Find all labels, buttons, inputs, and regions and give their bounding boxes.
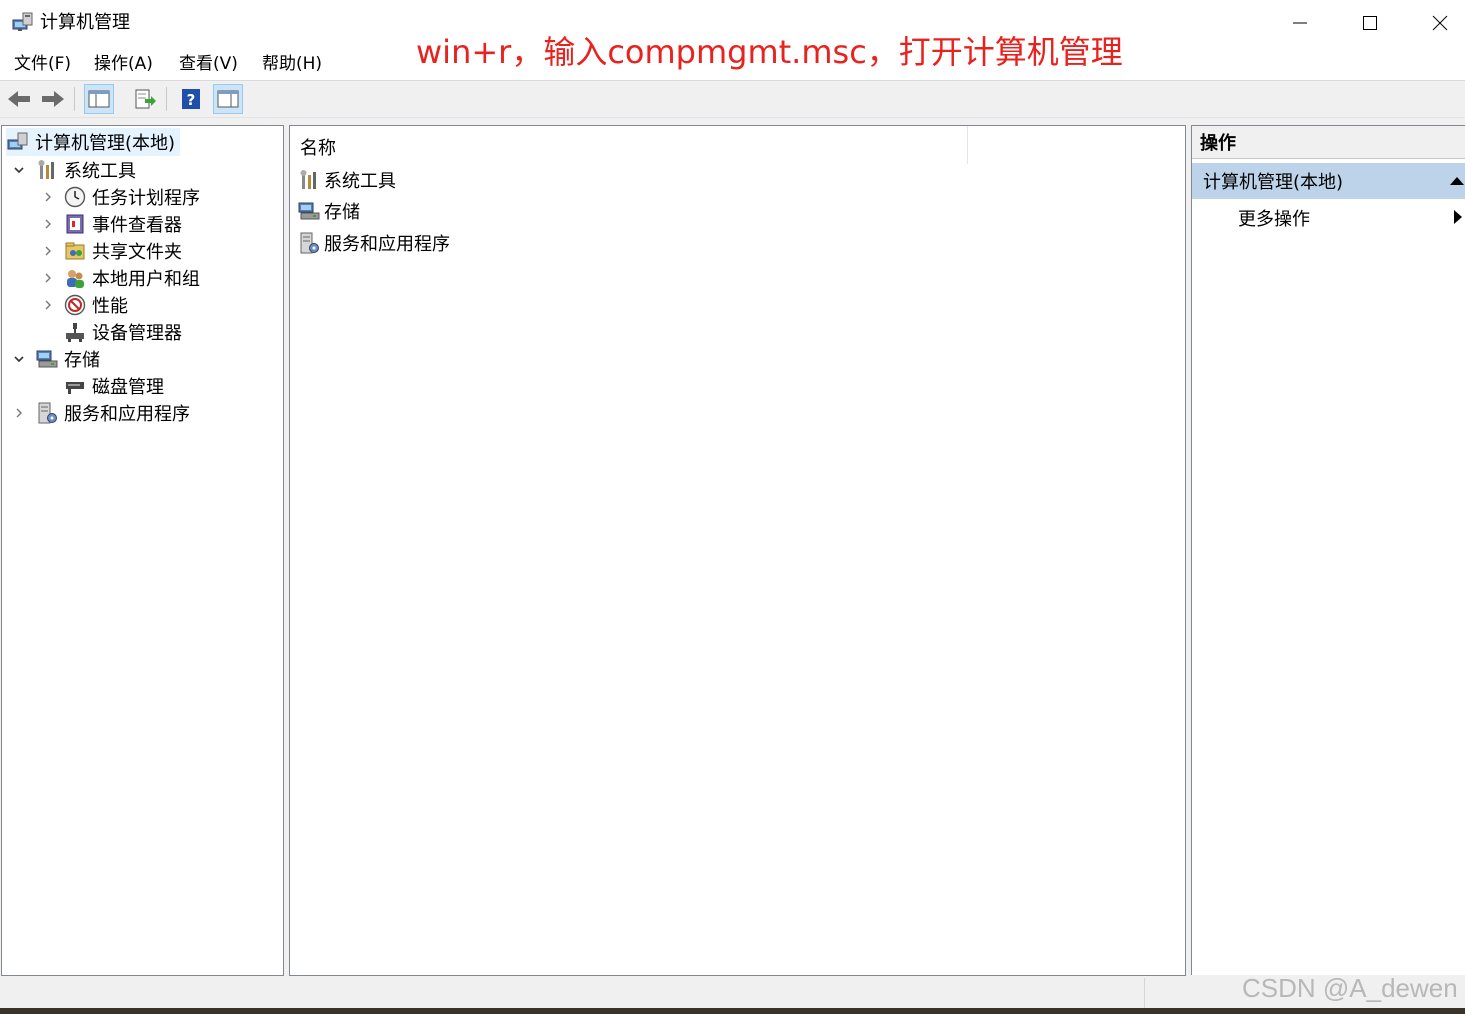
menu-view[interactable]: 查看(V) — [179, 52, 238, 76]
maximize-icon — [1363, 16, 1377, 30]
tree-item-device-manager[interactable]: 设备管理器 — [64, 318, 182, 345]
event-viewer-icon — [66, 214, 84, 233]
tree-item-local-users-groups[interactable]: 本地用户和组 — [64, 264, 200, 291]
tree-item-label: 共享文件夹 — [92, 241, 182, 263]
tree-item-label: 本地用户和组 — [92, 268, 200, 290]
svg-text:?: ? — [187, 91, 196, 109]
storage-icon — [298, 202, 320, 220]
tree-item-performance[interactable]: 性能 — [64, 291, 128, 318]
performance-icon — [64, 294, 86, 315]
tree-item-label: 任务计划程序 — [92, 187, 200, 209]
more-actions-label: 更多操作 — [1238, 209, 1310, 230]
action-group-label: 计算机管理(本地) — [1203, 172, 1344, 193]
computer-management-icon — [7, 132, 28, 149]
clock-icon — [64, 186, 86, 207]
submenu-arrow-icon — [1454, 210, 1462, 224]
minimize-button[interactable] — [1265, 0, 1335, 46]
list-item-label: 服务和应用程序 — [324, 234, 450, 255]
export-list-icon — [135, 89, 156, 109]
show-hide-console-tree-icon — [88, 90, 110, 108]
column-header-label: 名称 — [300, 138, 336, 159]
users-icon — [67, 269, 84, 288]
menu-help[interactable]: 帮助(H) — [262, 52, 322, 76]
list-item-label: 系统工具 — [324, 171, 396, 192]
chevron-down-icon[interactable] — [13, 164, 25, 176]
watermark: CSDN @A_dewen — [1242, 973, 1458, 1003]
forward-button[interactable] — [38, 84, 68, 114]
export-list-button[interactable] — [130, 84, 160, 114]
system-tools-icon — [38, 159, 54, 179]
annotation-text: win+r，输入compmgmt.msc，打开计算机管理 — [416, 33, 1123, 71]
device-manager-icon — [66, 322, 84, 342]
close-button[interactable] — [1405, 0, 1465, 46]
desktop-strip — [0, 1008, 1465, 1014]
menu-action[interactable]: 操作(A) — [94, 52, 153, 76]
tree-item-services-applications[interactable]: 服务和应用程序 — [36, 399, 190, 426]
console-tree-pane[interactable]: 计算机管理(本地) 系统工具 任务计划程序 事件查看器 共享文件夹 本地用户和组… — [1, 125, 284, 976]
storage-icon — [36, 350, 58, 367]
show-hide-console-tree-button[interactable] — [84, 84, 114, 114]
collapse-up-icon[interactable] — [1450, 176, 1464, 186]
menu-file[interactable]: 文件(F) — [14, 52, 71, 76]
tree-item-event-viewer[interactable]: 事件查看器 — [64, 210, 182, 237]
tree-item-label: 系统工具 — [64, 160, 136, 182]
tree-item-task-scheduler[interactable]: 任务计划程序 — [64, 183, 200, 210]
chevron-right-icon[interactable] — [42, 299, 54, 311]
action-pane: 操作 计算机管理(本地) 更多操作 — [1191, 125, 1465, 975]
chevron-right-icon[interactable] — [42, 191, 54, 203]
tree-item-label: 设备管理器 — [92, 322, 182, 344]
list-item-label: 存储 — [324, 202, 360, 223]
more-actions-item[interactable]: 更多操作 — [1238, 202, 1310, 234]
tree-item-label: 磁盘管理 — [92, 376, 164, 398]
list-item-services-applications[interactable]: 服务和应用程序 — [298, 228, 450, 258]
maximize-button[interactable] — [1335, 0, 1405, 46]
tree-item-disk-management[interactable]: 磁盘管理 — [64, 372, 164, 399]
action-pane-header: 操作 — [1192, 126, 1465, 159]
help-button[interactable]: ? — [176, 84, 206, 114]
system-tools-icon — [300, 170, 316, 189]
close-icon — [1432, 15, 1448, 31]
tree-item-system-tools[interactable]: 系统工具 — [36, 156, 136, 183]
action-group-computer-management[interactable]: 计算机管理(本地) — [1192, 163, 1465, 199]
status-bar-divider — [1144, 978, 1145, 1008]
help-icon: ? — [182, 89, 200, 109]
tree-item-shared-folders[interactable]: 共享文件夹 — [64, 237, 182, 264]
results-list-pane[interactable]: 名称 系统工具 存储 服务和应用程序 — [289, 125, 1186, 976]
services-icon — [38, 402, 57, 423]
back-arrow-icon — [8, 91, 30, 107]
chevron-right-icon[interactable] — [42, 218, 54, 230]
tree-item-label: 服务和应用程序 — [64, 403, 190, 425]
services-icon — [300, 232, 319, 254]
tree-root[interactable]: 计算机管理(本地) — [6, 127, 181, 156]
toolbar: ? — [0, 81, 1465, 118]
disk-icon — [66, 381, 84, 394]
forward-arrow-icon — [42, 91, 64, 107]
column-header-name[interactable]: 名称 — [290, 126, 968, 164]
tree-item-label: 性能 — [92, 295, 128, 317]
tree-item-storage[interactable]: 存储 — [36, 345, 100, 372]
chevron-right-icon[interactable] — [13, 407, 25, 419]
chevron-right-icon[interactable] — [42, 245, 54, 257]
computer-management-icon — [12, 12, 33, 31]
show-hide-action-pane-button[interactable] — [213, 84, 243, 114]
list-item-system-tools[interactable]: 系统工具 — [298, 165, 396, 195]
back-button[interactable] — [4, 84, 34, 114]
toolbar-separator — [166, 87, 167, 111]
toolbar-separator — [74, 87, 75, 111]
chevron-right-icon[interactable] — [42, 272, 54, 284]
minimize-icon — [1293, 22, 1307, 24]
tree-root-label: 计算机管理(本地) — [35, 132, 176, 154]
list-item-storage[interactable]: 存储 — [298, 196, 360, 226]
chevron-down-icon[interactable] — [13, 353, 25, 365]
tree-item-label: 事件查看器 — [92, 214, 182, 236]
tree-item-label: 存储 — [64, 349, 100, 371]
window-title: 计算机管理 — [40, 12, 130, 33]
shared-folder-icon — [65, 242, 85, 259]
show-hide-action-pane-icon — [217, 90, 239, 108]
